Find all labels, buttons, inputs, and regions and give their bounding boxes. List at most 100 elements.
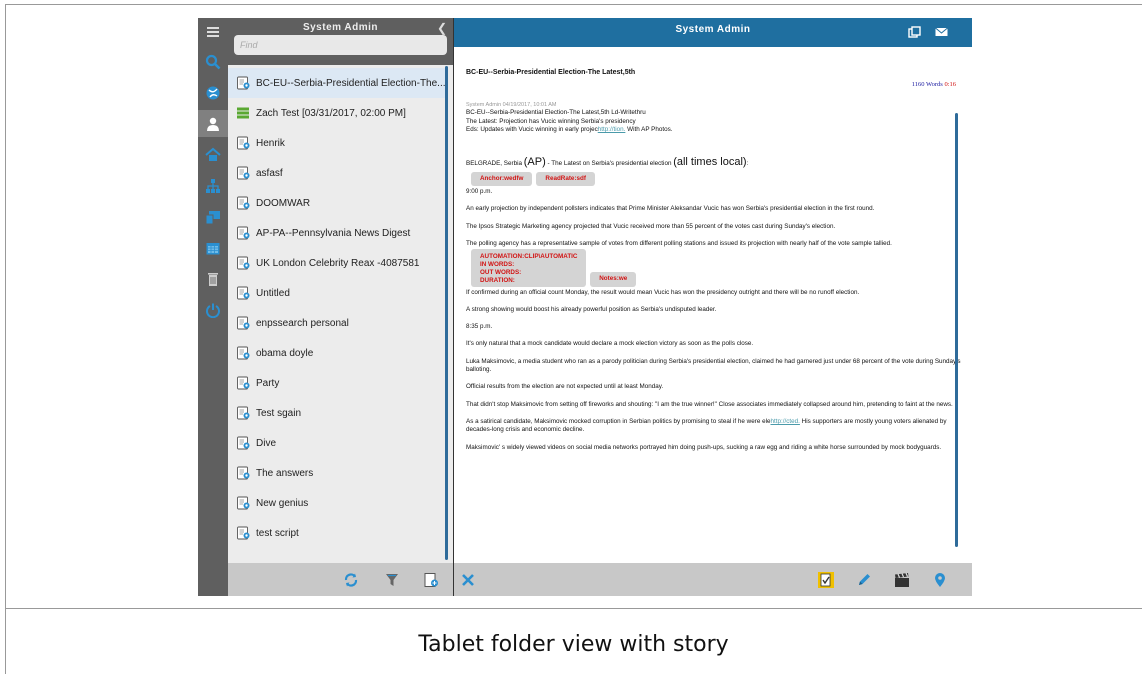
folder-header: System Admin ❮ <box>228 18 453 65</box>
paragraph: Maksimovic' s widely viewed videos on so… <box>466 443 942 451</box>
folder-list-item-label: New genius <box>256 497 309 509</box>
story-body[interactable]: System Admin 04/19/2017, 10:01 AM BC-EU-… <box>466 102 962 558</box>
location-pin-icon[interactable] <box>932 572 948 588</box>
refresh-icon[interactable] <box>343 572 359 588</box>
folder-list-item-label: AP-PA--Pennsylvania News Digest <box>256 227 411 239</box>
folder-list-item-label: DOOMWAR <box>256 197 311 209</box>
home-icon[interactable] <box>198 141 228 168</box>
folder-list-item-label: Dive <box>256 437 277 449</box>
story-icon <box>237 376 250 390</box>
find-input[interactable] <box>234 35 447 55</box>
menu-icon[interactable] <box>198 18 228 45</box>
story-icon <box>237 196 250 210</box>
anchor-tag[interactable]: Anchor:wedfw <box>471 171 533 186</box>
folder-list-scrollbar[interactable] <box>445 66 448 560</box>
duration-value: 0:16 <box>944 81 956 88</box>
story-meta: System Admin 04/19/2017, 10:01 AM <box>466 102 557 108</box>
story-panel: System Admin BC-EU--Serbia-Presidential … <box>454 18 972 596</box>
hierarchy-icon[interactable] <box>198 172 228 199</box>
folder-list-item-label: obama doyle <box>256 347 314 359</box>
devices-icon[interactable] <box>198 203 228 230</box>
folder-list-item[interactable]: asfasf <box>228 158 446 188</box>
dateline: BELGRADE, Serbia (AP) - The Latest on Se… <box>466 155 962 170</box>
folder-list-item[interactable]: AP-PA--Pennsylvania News Digest <box>228 218 446 248</box>
story-icon <box>237 466 250 480</box>
automation-line: IN WORDS: <box>480 261 515 268</box>
calendar-icon[interactable] <box>198 234 228 261</box>
dateline-colon: : <box>746 160 749 168</box>
folder-list-item[interactable]: BC-EU--Serbia-Presidential Election-The.… <box>228 68 446 98</box>
clapperboard-icon[interactable] <box>894 572 910 588</box>
paragraph: An early projection by independent polls… <box>466 205 875 213</box>
folder-list-item[interactable]: Zach Test [03/31/2017, 02:00 PM] <box>228 98 446 128</box>
folder-list-item-label: Party <box>256 377 280 389</box>
dateline-ap: (AP) <box>523 156 546 169</box>
time-stamp: 8:35 p.m. <box>466 323 493 331</box>
story-header-line: BC-EU--Serbia-Presidential Election-The … <box>466 109 646 117</box>
folder-list-item[interactable]: obama doyle <box>228 338 446 368</box>
script-check-icon[interactable] <box>818 572 834 588</box>
mail-icon[interactable] <box>935 26 948 38</box>
automation-line: DURATION: <box>480 276 515 284</box>
dateline-place: BELGRADE, Serbia <box>466 160 524 168</box>
story-icon <box>237 526 250 540</box>
collapse-panel-icon[interactable]: ❮ <box>437 21 447 35</box>
folder-list-item[interactable]: Henrik <box>228 128 446 158</box>
story-icon <box>237 496 250 510</box>
power-icon[interactable] <box>198 296 228 323</box>
folder-list-item[interactable]: Party <box>228 368 446 398</box>
story-icon <box>237 316 250 330</box>
story-icon <box>237 166 250 180</box>
story-header-title: System Admin <box>675 24 751 35</box>
frame-border-left <box>5 4 6 674</box>
folder-list-item[interactable]: Untitled <box>228 278 446 308</box>
readrate-tag[interactable]: ReadRate:sdf <box>536 171 595 186</box>
story-header-line: The Latest: Projection has Vucic winning… <box>466 117 636 125</box>
folder-list: BC-EU--Serbia-Presidential Election-The.… <box>228 68 446 558</box>
paragraph: Luka Maksimovic, a media student who ran… <box>466 357 961 374</box>
folder-list-item[interactable]: enpssearch personal <box>228 308 446 338</box>
trash-icon[interactable] <box>198 265 228 292</box>
user-icon[interactable] <box>198 110 228 137</box>
figure-caption: Tablet folder view with story <box>418 632 729 657</box>
eds-link[interactable]: http://tion. <box>598 126 626 133</box>
story-icon <box>237 436 250 450</box>
copy-icon[interactable] <box>908 26 921 38</box>
paragraph: A strong showing would boost his already… <box>466 305 717 313</box>
automation-line: OUT WORDS: <box>480 268 522 276</box>
inline-link[interactable]: http://cted. <box>771 418 800 425</box>
folder-list-item-label: asfasf <box>256 167 283 179</box>
folder-list-item[interactable]: test script <box>228 518 446 548</box>
folder-list-item[interactable]: Test sgain <box>228 398 446 428</box>
paragraph-text: As a satirical candidate, Maksimovic moc… <box>466 417 771 425</box>
folder-list-item-label: Henrik <box>256 137 285 149</box>
story-scrollbar[interactable] <box>955 113 958 547</box>
search-icon[interactable] <box>198 48 228 75</box>
new-story-icon[interactable] <box>423 572 439 588</box>
folder-list-item[interactable]: UK London Celebrity Reax -4087581 <box>228 248 446 278</box>
story-icon <box>237 346 250 360</box>
words-label: Words <box>926 81 943 88</box>
automation-tag[interactable]: AUTOMATION:CLIP\AUTOMATIC IN WORDS: OUT WO… <box>471 249 587 287</box>
eds-text: Eds: Updates with Vucic winning in early… <box>466 125 598 133</box>
paragraph: That didn't stop Maksimovic from setting… <box>466 400 953 408</box>
wire-globe-icon[interactable] <box>198 79 228 106</box>
close-icon[interactable] <box>460 572 476 588</box>
rundown-icon <box>237 107 249 119</box>
folder-title: System Admin <box>302 22 379 33</box>
story-header: System Admin <box>454 18 972 47</box>
story-icon <box>237 406 250 420</box>
folder-list-item[interactable]: The answers <box>228 458 446 488</box>
story-icon <box>237 286 250 300</box>
folder-list-item-label: enpssearch personal <box>256 317 349 329</box>
filter-icon[interactable] <box>384 572 400 588</box>
production-cues: AUTOMATION:CLIP\AUTOMATIC IN WORDS: OUT WO… <box>471 249 962 287</box>
edit-pencil-icon[interactable] <box>856 572 872 588</box>
folder-list-item[interactable]: DOOMWAR <box>228 188 446 218</box>
folder-list-item[interactable]: Dive <box>228 428 446 458</box>
notes-tag[interactable]: Notes:we <box>590 272 637 287</box>
folder-list-item-label: UK London Celebrity Reax -4087581 <box>256 257 420 269</box>
folder-list-item-label: Untitled <box>256 287 290 299</box>
folder-list-item[interactable]: New genius <box>228 488 446 518</box>
story-slug: BC-EU--Serbia-Presidential Election-The … <box>466 69 636 76</box>
